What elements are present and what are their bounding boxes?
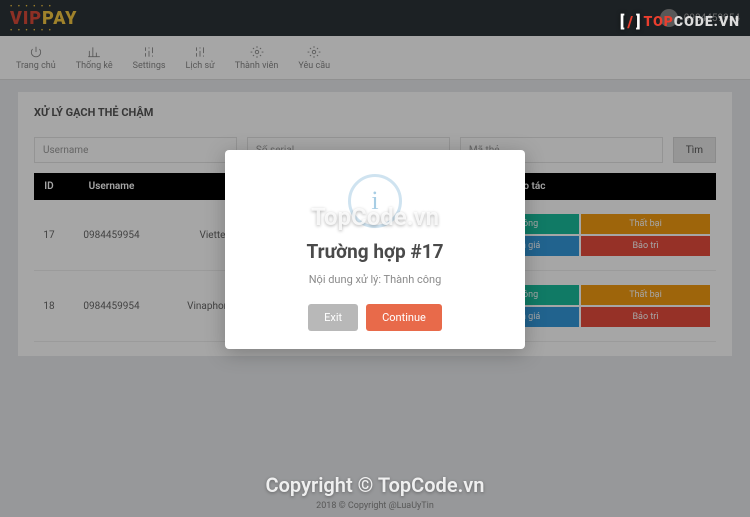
modal: i Trường hợp #17 Nội dung xử lý: Thành c… bbox=[225, 150, 525, 349]
modal-title: Trường hợp #17 bbox=[245, 240, 505, 263]
modal-overlay[interactable]: i Trường hợp #17 Nội dung xử lý: Thành c… bbox=[0, 0, 750, 517]
continue-button[interactable]: Continue bbox=[366, 304, 442, 331]
exit-button[interactable]: Exit bbox=[308, 304, 358, 331]
info-icon: i bbox=[348, 174, 402, 228]
modal-body: Nội dung xử lý: Thành công bbox=[245, 273, 505, 286]
